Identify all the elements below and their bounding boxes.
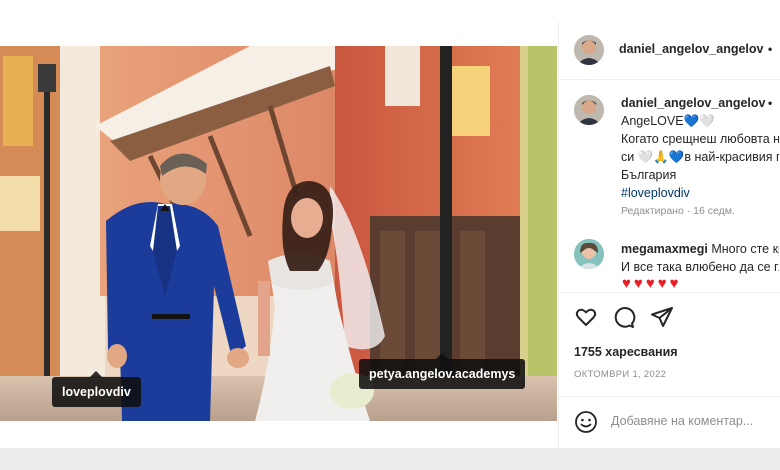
caption-line-1: AngeLOVE💙🤍 xyxy=(621,114,715,128)
red-heart-icon: ♥ xyxy=(669,275,679,292)
avatar-image xyxy=(574,95,604,125)
red-heart-icon: ♥ xyxy=(645,275,655,292)
comment-body: megamaxmegi Много сте красиви И все така… xyxy=(621,240,779,276)
add-comment-input[interactable]: Добавяне на коментар... xyxy=(611,414,753,428)
paper-plane-icon[interactable] xyxy=(650,305,674,329)
post-date[interactable]: ОКТОМВРИ 1, 2022 xyxy=(574,369,666,380)
red-heart-icon: ♥ xyxy=(633,275,643,292)
header-dot: • xyxy=(768,42,773,56)
red-heart-icon: ♥ xyxy=(657,275,667,292)
comment-text-1: Много сте красиви xyxy=(711,242,779,256)
caption-body: AngeLOVE💙🤍 Когато срещнеш любовта на жив… xyxy=(621,112,779,202)
caption-avatar[interactable] xyxy=(574,95,604,125)
red-heart-icon: ♥ xyxy=(622,275,631,292)
post-photo[interactable]: loveplovdiv petya.angelov.academys xyxy=(0,46,557,421)
photo-tag-petya-angelov-academys[interactable]: petya.angelov.academys xyxy=(359,353,526,389)
caption-username[interactable]: daniel_angelov_angelov xyxy=(621,96,766,110)
caption-line-2: Когато срещнеш любовта на живота xyxy=(621,132,779,146)
photo-tag-loveplovdiv[interactable]: loveplovdiv xyxy=(52,371,141,407)
avatar-image xyxy=(574,35,604,65)
comment-text-2: И все така влюбено да се гледате xyxy=(621,260,779,274)
caption-dot: • xyxy=(768,96,773,110)
caption-line-3: си 🤍🙏💙в най-красивия град в xyxy=(621,150,779,164)
edited-timestamp: Редактирано · 16 седм. xyxy=(621,205,735,217)
smiley-icon[interactable] xyxy=(574,410,598,434)
comment-hearts: ♥ ♥ ♥ ♥ ♥ xyxy=(622,275,682,293)
heart-outline-icon[interactable] xyxy=(574,305,598,329)
caption-hashtag[interactable]: #loveplovdiv xyxy=(621,184,779,202)
speech-bubble-icon[interactable] xyxy=(612,305,636,329)
comment-username[interactable]: megamaxmegi xyxy=(621,242,708,256)
avatar-image xyxy=(574,239,604,269)
browser-top-strip xyxy=(0,0,780,23)
page-bottom-strip xyxy=(0,448,780,470)
author-avatar[interactable] xyxy=(574,35,604,65)
caption-line-4: България xyxy=(621,168,677,182)
commenter-avatar[interactable] xyxy=(574,239,604,269)
likes-count[interactable]: 1755 харесвания xyxy=(574,345,678,359)
header-username[interactable]: daniel_angelov_angelov xyxy=(619,42,764,56)
